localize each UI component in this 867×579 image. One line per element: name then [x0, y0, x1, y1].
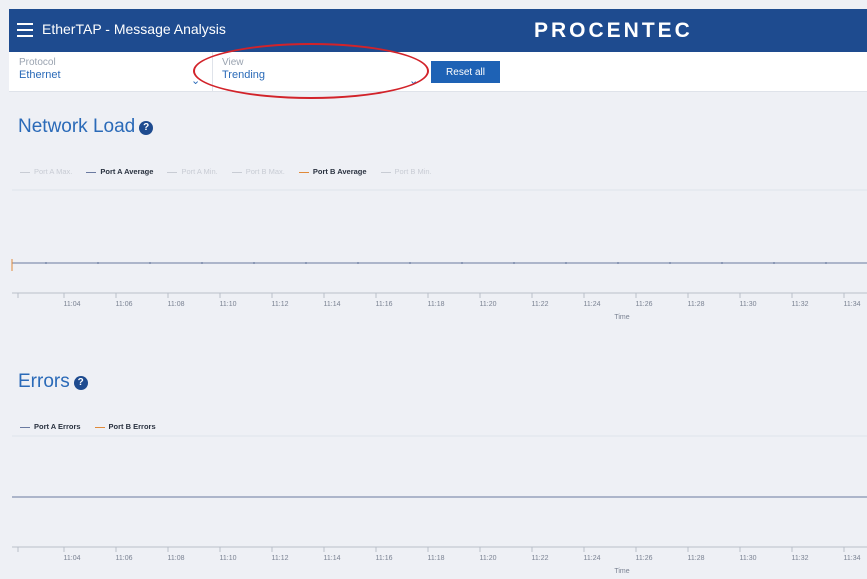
x-tick-label: 11:10	[220, 301, 237, 308]
x-tick-label: 11:26	[636, 555, 653, 562]
x-tick-label: 11:20	[480, 301, 497, 308]
network-load-chart: 11:04 11:06 11:08 11:10 11:12 11:14 11:16 11:18…	[11, 189, 867, 321]
filter-bar: Protocol Ethernet ⌄ View Trending ⌄ Rese…	[9, 52, 867, 92]
legend-label: Port A Average	[100, 167, 154, 176]
x-tick-label: 11:28	[688, 555, 705, 562]
menu-icon[interactable]	[17, 23, 33, 37]
x-tick-label: 11:26	[636, 301, 653, 308]
legend-label: Port A Max.	[34, 167, 73, 176]
brand-logo: PROCENTEC	[534, 19, 693, 42]
x-tick-label: 11:04	[64, 555, 81, 562]
x-tick-label: 11:34	[844, 301, 861, 308]
legend-item[interactable]: Port A Max.	[20, 167, 72, 176]
legend-swatch	[380, 171, 391, 173]
app-title: EtherTAP - Message Analysis	[42, 21, 226, 37]
legend-swatch	[94, 426, 105, 428]
errors-chart: 11:04 11:06 11:08 11:10 11:12 11:14 11:16 11:18…	[12, 435, 867, 575]
legend-swatch	[20, 426, 30, 428]
x-tick-label: 11:24	[584, 555, 601, 562]
x-tick-label: 11:32	[792, 555, 809, 562]
legend-swatch	[20, 171, 30, 173]
x-tick-label: 11:30	[740, 555, 757, 562]
x-tick-label: 11:08	[168, 555, 185, 562]
x-axis-title: Time	[614, 568, 629, 575]
x-tick-label: 11:16	[376, 301, 393, 308]
errors-legend: Port A Errors Port B Errors	[20, 422, 170, 431]
legend-label: Port B Max.	[245, 167, 285, 176]
legend-label: Port B Errors	[108, 422, 156, 431]
x-tick-label: 11:14	[324, 301, 341, 308]
legend-label: Port A Min.	[181, 167, 218, 176]
network-load-legend: Port A Max. Port A Average Port A Min. Port…	[20, 167, 446, 176]
x-tick-label: 11:12	[272, 301, 289, 308]
x-tick-label: 11:34	[844, 555, 861, 562]
x-tick-label: 11:18	[428, 555, 445, 562]
x-tick-label: 11:06	[116, 555, 133, 562]
x-tick-label: 11:08	[168, 301, 185, 308]
legend-label: Port A Errors	[34, 422, 81, 431]
legend-swatch	[167, 171, 178, 173]
legend-label: Port B Min.	[394, 167, 432, 176]
x-tick-label: 11:04	[64, 301, 81, 308]
x-tick-label: 11:06	[116, 301, 133, 308]
x-tick-label: 11:16	[376, 555, 393, 562]
reset-all-button[interactable]: Reset all	[431, 61, 500, 83]
help-icon[interactable]: ?	[73, 376, 88, 390]
legend-swatch	[231, 171, 242, 173]
x-tick-label: 11:14	[324, 555, 341, 562]
x-tick-label: 11:30	[740, 301, 757, 308]
legend-item[interactable]: Port A Min.	[167, 167, 218, 176]
legend-item[interactable]: Port B Errors	[94, 422, 156, 431]
x-tick-label: 11:22	[532, 301, 549, 308]
legend-item[interactable]: Port B Average	[298, 167, 367, 176]
protocol-value[interactable]: Ethernet	[19, 69, 199, 81]
network-load-title: Network Load?	[18, 116, 154, 138]
protocol-select[interactable]: Protocol Ethernet ⌄	[19, 57, 200, 87]
x-tick-label: 11:12	[272, 555, 289, 562]
annotation-ellipse	[193, 43, 429, 99]
errors-title-text: Errors	[18, 371, 70, 392]
x-tick-label: 11:10	[220, 555, 237, 562]
x-tick-label: 11:22	[532, 555, 549, 562]
legend-item[interactable]: Port A Average	[86, 167, 153, 176]
x-tick-label: 11:24	[584, 301, 601, 308]
legend-item[interactable]: Port B Max.	[231, 167, 285, 176]
x-tick-label: 11:28	[688, 301, 705, 308]
x-tick-label: 11:32	[792, 301, 809, 308]
errors-title: Errors?	[18, 371, 88, 393]
legend-swatch	[298, 171, 309, 173]
top-bar: EtherTAP - Message Analysis PROCENTEC	[9, 9, 867, 52]
legend-item[interactable]: Port A Errors	[20, 422, 81, 431]
legend-item[interactable]: Port B Min.	[380, 167, 432, 176]
legend-swatch	[86, 171, 97, 173]
x-tick-label: 11:20	[480, 555, 497, 562]
x-tick-label: 11:18	[428, 301, 445, 308]
x-axis-title: Time	[614, 314, 629, 321]
protocol-label: Protocol	[19, 57, 56, 68]
legend-label: Port B Average	[312, 167, 367, 176]
help-icon[interactable]: ?	[139, 121, 154, 135]
network-load-title-text: Network Load	[18, 116, 136, 137]
